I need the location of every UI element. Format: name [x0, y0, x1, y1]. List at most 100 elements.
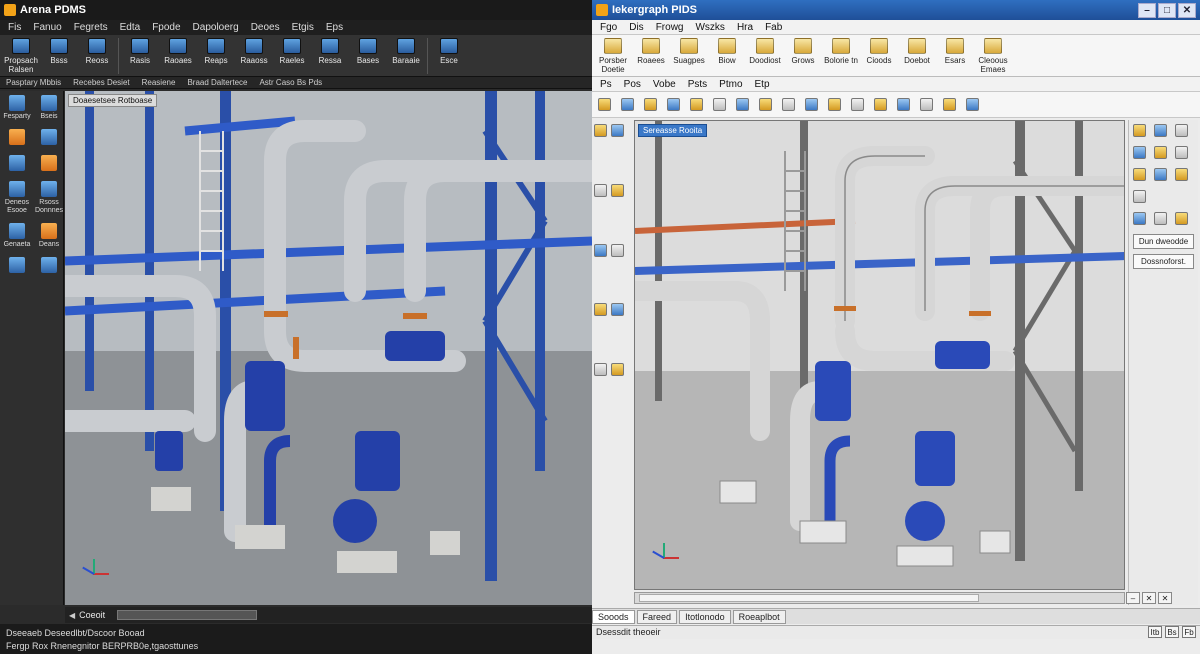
- cut-icon[interactable]: [690, 98, 703, 111]
- menu-item[interactable]: Fegrets: [74, 22, 108, 33]
- tool-icon[interactable]: [1154, 168, 1167, 181]
- tool-select[interactable]: Genaeta: [2, 223, 32, 249]
- minimize-button[interactable]: –: [1138, 2, 1156, 18]
- ribbon-button[interactable]: Reaps: [199, 38, 233, 65]
- tool-icon[interactable]: [1133, 212, 1146, 225]
- tool-icon[interactable]: [1175, 168, 1188, 181]
- menu-item[interactable]: Vobe: [653, 79, 676, 90]
- tool-pencil[interactable]: [34, 155, 64, 173]
- tab[interactable]: Sooods: [592, 610, 635, 624]
- ribbon-button[interactable]: Doebot: [900, 38, 934, 65]
- menu-item[interactable]: Fanuo: [33, 22, 61, 33]
- horizontal-scrollbar[interactable]: [634, 592, 1125, 604]
- tool-icon[interactable]: [611, 124, 624, 137]
- ribbon-button[interactable]: Doodiost: [748, 38, 782, 65]
- menu-item[interactable]: Fpode: [152, 22, 180, 33]
- tool-icon[interactable]: [594, 183, 607, 197]
- tool-icon[interactable]: [1175, 146, 1188, 159]
- ribbon-button[interactable]: Porsber Doetie: [596, 38, 630, 74]
- menu-item[interactable]: Deoes: [251, 22, 280, 33]
- status-button[interactable]: Fb: [1182, 626, 1196, 638]
- copy-icon[interactable]: [713, 98, 726, 111]
- ribbon-button[interactable]: Ressa: [313, 38, 347, 65]
- tool-icon[interactable]: [611, 243, 624, 257]
- menu-item[interactable]: Pos: [624, 79, 641, 90]
- tool-box[interactable]: Deans: [34, 223, 64, 249]
- left-3d-viewport[interactable]: Doaesetsee Rotboase: [65, 91, 592, 605]
- open-icon[interactable]: [621, 98, 634, 111]
- status-button[interactable]: Bs: [1165, 626, 1179, 638]
- menu-item[interactable]: Wszks: [695, 22, 724, 33]
- ribbon-button[interactable]: Bases: [351, 38, 385, 65]
- property-field[interactable]: Dun dweodde: [1133, 234, 1194, 249]
- tool-cross[interactable]: [2, 257, 32, 275]
- property-field[interactable]: Dossnoforst.: [1133, 254, 1194, 269]
- menu-item[interactable]: Fab: [765, 22, 782, 33]
- measure-icon[interactable]: [874, 98, 887, 111]
- command-input[interactable]: [117, 610, 258, 620]
- tool-icon[interactable]: [1133, 146, 1146, 159]
- mdi-close-button[interactable]: ✕: [1158, 592, 1172, 604]
- ribbon-button[interactable]: Esars: [938, 38, 972, 65]
- tool-search[interactable]: [2, 155, 32, 173]
- tool-pump[interactable]: Deneos Esooe: [2, 181, 32, 215]
- tab[interactable]: Fareed: [636, 610, 678, 624]
- menu-item[interactable]: Edta: [120, 22, 141, 33]
- tool-icon[interactable]: [1133, 168, 1146, 181]
- scrollbar-thumb[interactable]: [639, 594, 979, 602]
- undo-icon[interactable]: [759, 98, 772, 111]
- tab[interactable]: Roeaplbot: [732, 610, 786, 624]
- section-icon[interactable]: [897, 98, 910, 111]
- tab[interactable]: Itotlonodo: [679, 610, 731, 624]
- tool-icon[interactable]: [1133, 190, 1146, 203]
- tool-icon[interactable]: [1154, 124, 1167, 137]
- ribbon-button[interactable]: Propsach Ralsen: [4, 38, 38, 74]
- subbar-item[interactable]: Reasiene: [142, 78, 176, 87]
- subbar-item[interactable]: Recebes Desiet: [73, 78, 129, 87]
- tool-pen[interactable]: [34, 129, 64, 147]
- zoom-icon[interactable]: [805, 98, 818, 111]
- refresh-icon[interactable]: [943, 98, 956, 111]
- menu-item[interactable]: Etgis: [292, 22, 314, 33]
- menu-item[interactable]: Ptmo: [719, 79, 742, 90]
- ribbon-button[interactable]: Roaees: [634, 38, 668, 65]
- tool-icon[interactable]: [594, 124, 607, 137]
- tool-icon[interactable]: [594, 303, 607, 317]
- tool-list[interactable]: [2, 129, 32, 147]
- menu-item[interactable]: Eps: [326, 22, 343, 33]
- pan-icon[interactable]: [828, 98, 841, 111]
- mdi-close-button[interactable]: ✕: [1142, 592, 1156, 604]
- print-icon[interactable]: [667, 98, 680, 111]
- ribbon-button[interactable]: Raoaes: [161, 38, 195, 65]
- menu-item[interactable]: Dapoloerg: [193, 22, 239, 33]
- ribbon-button[interactable]: Raeles: [275, 38, 309, 65]
- menu-item[interactable]: Fgo: [600, 22, 617, 33]
- help-icon[interactable]: [966, 98, 979, 111]
- tool-icon[interactable]: [611, 303, 624, 317]
- tool-icon[interactable]: [1154, 146, 1167, 159]
- menu-item[interactable]: Psts: [688, 79, 707, 90]
- tool-icon[interactable]: [594, 243, 607, 257]
- ribbon-button[interactable]: Suagpes: [672, 38, 706, 65]
- ribbon-button[interactable]: Baraaie: [389, 38, 423, 65]
- tool-icon[interactable]: [594, 363, 607, 377]
- redo-icon[interactable]: [782, 98, 795, 111]
- tool-network[interactable]: Rsoss Donnnes: [34, 181, 64, 215]
- rotate-icon[interactable]: [851, 98, 864, 111]
- right-3d-viewport[interactable]: Sereasse Rooita: [634, 120, 1125, 590]
- tool-pipe[interactable]: [34, 257, 64, 275]
- menu-item[interactable]: Ps: [600, 79, 612, 90]
- menu-item[interactable]: Fis: [8, 22, 21, 33]
- menu-item[interactable]: Hra: [737, 22, 753, 33]
- tool-icon[interactable]: [611, 363, 624, 377]
- ribbon-button[interactable]: Raaoss: [237, 38, 271, 65]
- subbar-item[interactable]: Braad Daltertece: [187, 78, 247, 87]
- expand-arrow-icon[interactable]: ◀: [69, 611, 75, 620]
- mdi-minimize-button[interactable]: –: [1126, 592, 1140, 604]
- close-button[interactable]: ✕: [1178, 2, 1196, 18]
- status-button[interactable]: Itb: [1148, 626, 1162, 638]
- ribbon-button[interactable]: Grows: [786, 38, 820, 65]
- subbar-item[interactable]: Pasptary Mbbis: [6, 78, 61, 87]
- ribbon-button[interactable]: Rasis: [123, 38, 157, 65]
- menu-item[interactable]: Dis: [629, 22, 643, 33]
